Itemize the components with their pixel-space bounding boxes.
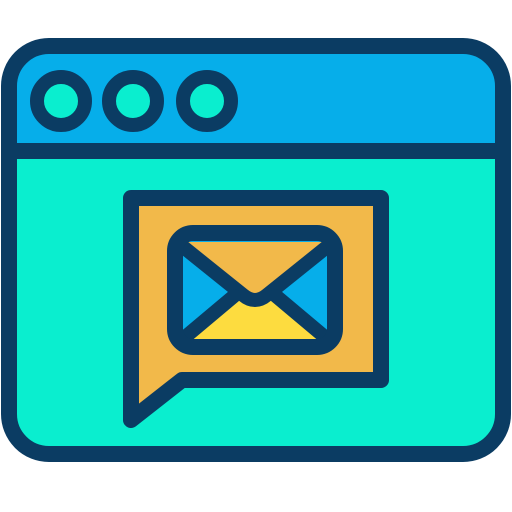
window-dot-2	[102, 70, 164, 132]
window-dot-3	[176, 70, 238, 132]
envelope-icon	[167, 225, 343, 355]
browser-window-email-message-icon	[1, 38, 511, 462]
window-control-dots	[30, 70, 238, 132]
browser-email-icon-stage	[0, 0, 512, 512]
window-dot-1	[30, 70, 92, 132]
